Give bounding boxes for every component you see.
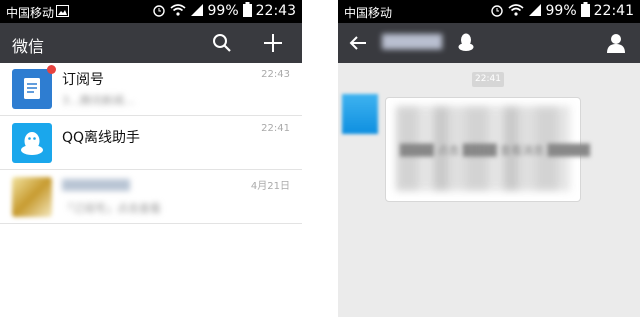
chat-time: 4月21日: [250, 181, 290, 192]
chat-row-blurred[interactable]: 4月21日 「订阅号」点击查看: [0, 171, 302, 224]
chat-title: ██████: [382, 35, 442, 50]
chat-name: 订阅号: [62, 72, 104, 88]
carrier-label: 中国移动: [344, 6, 393, 20]
plus-icon[interactable]: [261, 31, 285, 55]
carrier-label: 中国移动: [6, 6, 55, 20]
chat-detail-screen: 中国移动 99% 22:41 ██████ 22:41 ████ 点击 ████…: [338, 0, 640, 317]
back-arrow-icon[interactable]: [346, 31, 370, 55]
chat-time: 22:41: [261, 123, 290, 134]
app-title: 微信: [12, 37, 45, 56]
blurred-name: [62, 179, 130, 191]
battery-icon: [242, 2, 252, 20]
search-icon[interactable]: [210, 31, 234, 55]
chat-row-subscription[interactable]: 订阅号 22:43 3…腾讯新闻…: [0, 63, 302, 116]
chat-row-qq-assistant[interactable]: QQ离线助手 22:41: [0, 117, 302, 170]
chat-time: 22:43: [261, 69, 290, 80]
wifi-icon: [507, 3, 524, 19]
unread-dot: [47, 65, 56, 74]
qq-penguin-icon: [456, 32, 480, 56]
chat-preview: 「订阅号」点击查看: [62, 202, 161, 215]
wifi-icon: [169, 3, 186, 19]
chat-list-screen: 中国移动 99% 22:43 微信 订阅号 22:43 3…腾讯新闻… QQ离线…: [0, 0, 302, 317]
battery-icon: [580, 2, 590, 20]
message-bubble[interactable]: ████ 点击 ████ 查看消息 █████: [385, 97, 590, 202]
chat-name: QQ离线助手: [62, 130, 141, 146]
screenshot-gap: [302, 0, 338, 317]
status-bar: 中国移动 99% 22:41: [338, 0, 640, 23]
image-notification-icon: [56, 5, 69, 20]
battery-percentage: 99%: [545, 3, 577, 19]
message-text: ████ 点击 ████ 查看消息 █████: [400, 144, 590, 157]
profile-icon[interactable]: [604, 31, 628, 55]
signal-icon: [190, 3, 204, 20]
alarm-icon: [152, 3, 166, 20]
status-clock: 22:41: [593, 3, 634, 19]
qq-penguin-icon: [12, 123, 52, 163]
blurred-avatar: [12, 177, 52, 217]
alarm-icon: [490, 3, 504, 20]
message-time-label: 22:41: [472, 72, 504, 87]
status-clock: 22:43: [255, 3, 296, 19]
subscription-icon: [12, 69, 52, 109]
sender-avatar: [342, 94, 378, 134]
status-bar: 中国移动 99% 22:43: [0, 0, 302, 23]
signal-icon: [528, 3, 542, 20]
chat-app-bar: ██████: [338, 23, 640, 63]
app-bar: 微信: [0, 23, 302, 63]
chat-preview: 3…腾讯新闻…: [62, 94, 135, 107]
battery-percentage: 99%: [207, 3, 239, 19]
